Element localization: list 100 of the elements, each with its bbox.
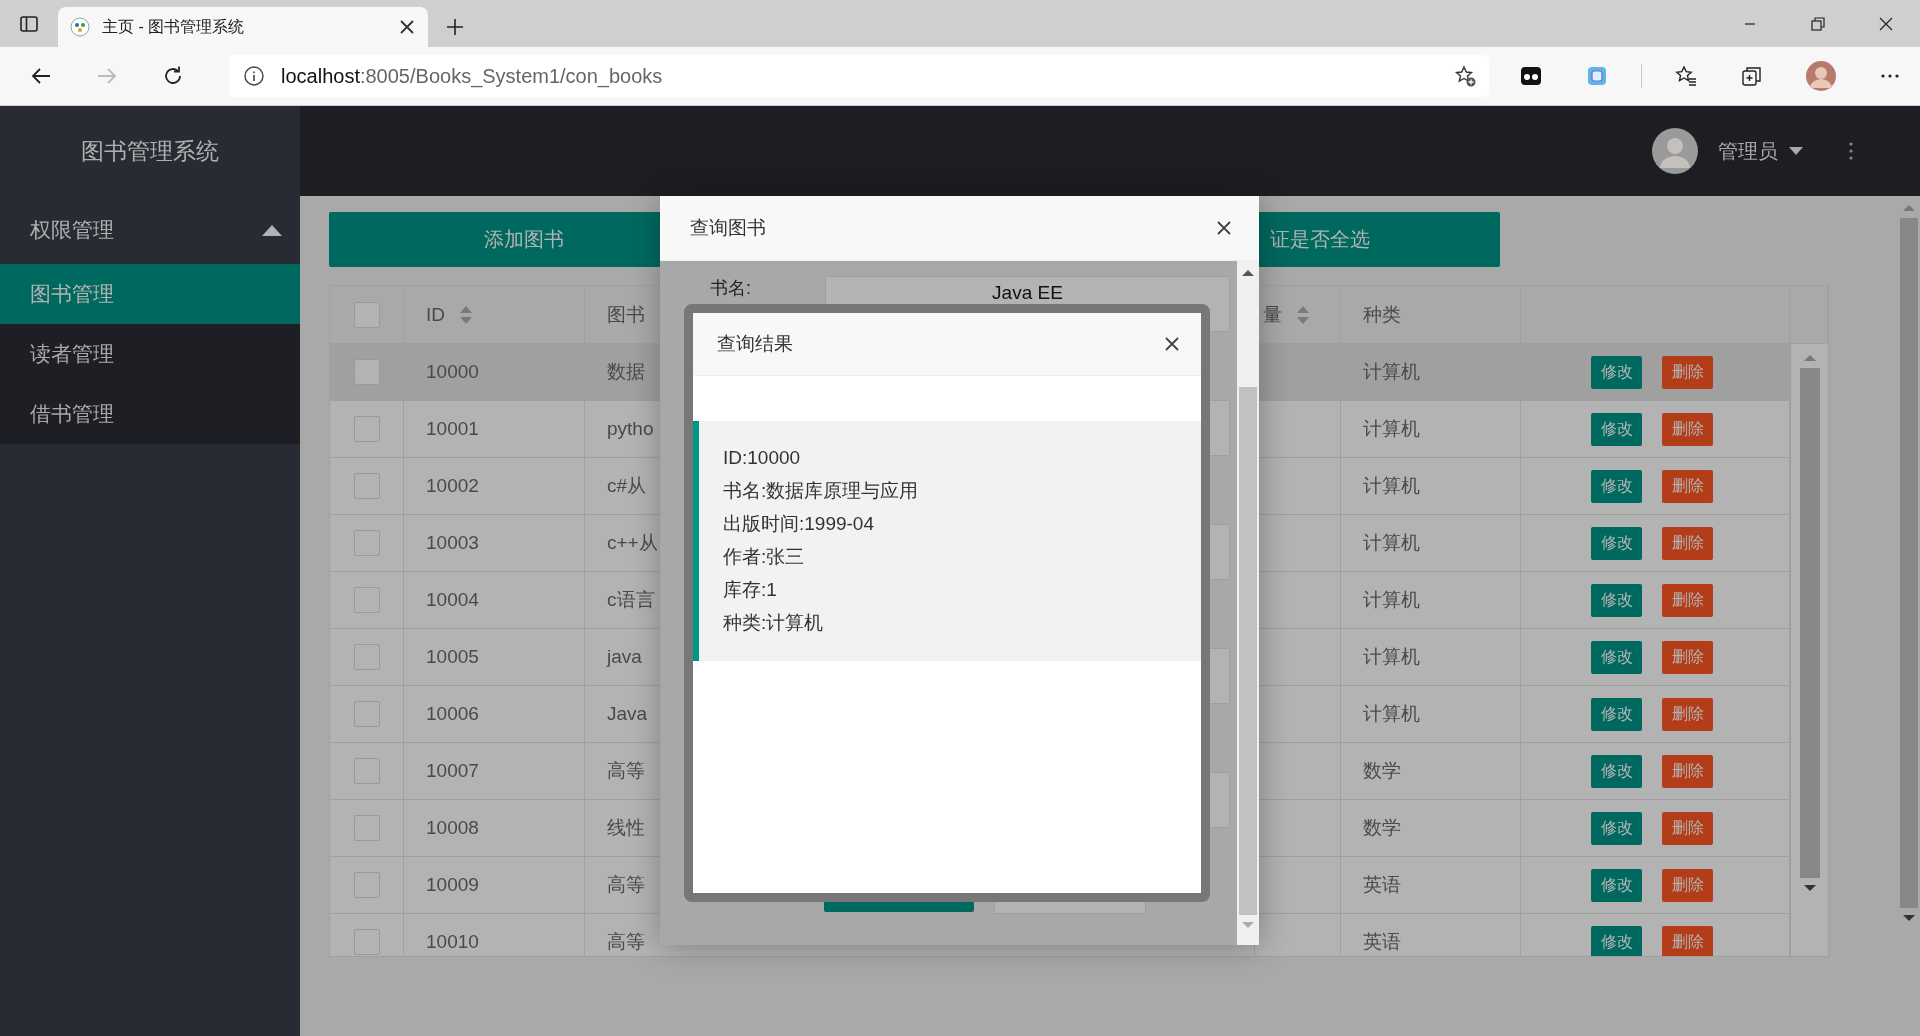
delete-button[interactable]: 删除 (1662, 697, 1713, 731)
table-cell: 10000 (426, 361, 479, 383)
menu-item[interactable]: 权限管理 (0, 196, 300, 264)
menu-item[interactable]: 图书管理 (0, 264, 300, 324)
result-text: 种类:计算机 (723, 611, 825, 635)
menu-item[interactable]: 借书管理 (0, 384, 300, 444)
caret-down-icon[interactable] (1902, 914, 1916, 922)
table-cell-text: 高等 (607, 930, 645, 954)
browser-tab[interactable]: 主页 - 图书管理系统 (58, 7, 428, 47)
edit-button[interactable]: 修改 (1591, 868, 1642, 902)
checkbox[interactable] (353, 872, 380, 898)
star-add-icon[interactable] (1453, 64, 1477, 88)
avatar-icon[interactable] (1652, 128, 1698, 174)
edit-button[interactable]: 修改 (1591, 469, 1642, 503)
delete-button[interactable]: 删除 (1662, 925, 1713, 956)
delete-button[interactable]: 删除 (1662, 640, 1713, 674)
table-cell-text: 数学 (1363, 759, 1401, 783)
checkbox[interactable] (353, 301, 380, 328)
table-cell-text: 计算机 (1363, 645, 1420, 669)
table-cell: 10010 (426, 931, 479, 953)
checkbox[interactable] (353, 587, 380, 613)
table-cell: 10002 (426, 475, 479, 497)
favorites-icon[interactable] (1674, 64, 1698, 88)
edit-button[interactable]: 修改 (1591, 925, 1642, 956)
user-menu[interactable]: 管理员 (1718, 137, 1804, 165)
checkbox[interactable] (353, 473, 380, 499)
table-cell-text: 计算机 (1363, 588, 1420, 612)
more-vertical-icon[interactable] (1848, 141, 1854, 161)
sort-icon[interactable] (459, 304, 473, 325)
logo-icon (70, 17, 90, 37)
table-cell-text: c#从 (607, 474, 647, 498)
delete-button[interactable]: 删除 (1662, 868, 1713, 902)
result-text: 作者:张三 (723, 545, 806, 569)
edit-button[interactable]: 修改 (1591, 583, 1642, 617)
checkbox[interactable] (353, 416, 380, 442)
sort-icon[interactable] (1296, 304, 1310, 325)
table-cell-text: 计算机 (1363, 360, 1420, 384)
sidebar-icon[interactable] (19, 13, 39, 34)
edit-button[interactable]: 修改 (1591, 526, 1642, 560)
table-cell: pytho (607, 418, 654, 440)
dialog-title: 查询结果 (717, 332, 793, 356)
address-field[interactable]: localhost:8005/Books_System1/con_books (229, 55, 1489, 97)
delete-button[interactable]: 删除 (1662, 811, 1713, 845)
scrollbar-thumb[interactable] (1900, 218, 1918, 908)
checkbox[interactable] (353, 815, 380, 841)
table-cell-text: 计算机 (1363, 474, 1420, 498)
checkbox[interactable] (353, 530, 380, 556)
new-tab-icon[interactable] (446, 18, 464, 36)
table-cell-text: 数据 (607, 360, 645, 384)
menu-item[interactable]: 读者管理 (0, 324, 300, 384)
caret-down-icon[interactable] (1802, 884, 1817, 892)
result-text: 书名:数据库原理与应用 (723, 479, 920, 503)
edit-button[interactable]: 修改 (1591, 355, 1642, 389)
checkbox[interactable] (353, 929, 380, 955)
table-cell: 10005 (426, 646, 479, 668)
table-cell-text: 计算机 (1363, 531, 1420, 555)
checkbox[interactable] (353, 701, 380, 727)
table-cell: 10006 (426, 703, 479, 725)
edit-button[interactable]: 修改 (1591, 640, 1642, 674)
checkbox[interactable] (353, 758, 380, 784)
checkbox[interactable] (353, 359, 380, 385)
close-icon[interactable] (398, 18, 416, 36)
caret-up-icon (260, 223, 284, 237)
table-cell-text: 高等 (607, 759, 645, 783)
checkbox[interactable] (353, 644, 380, 670)
table-cell: 10008 (426, 817, 479, 839)
info-icon[interactable] (243, 65, 265, 87)
delete-button[interactable]: 删除 (1662, 412, 1713, 446)
collections-icon[interactable] (1740, 64, 1764, 88)
table-cell: java (607, 646, 642, 668)
edit-button[interactable]: 修改 (1591, 754, 1642, 788)
table-cell: 10003 (426, 532, 479, 554)
caret-up-icon[interactable] (1241, 269, 1255, 277)
edit-button[interactable]: 修改 (1591, 697, 1642, 731)
result-text: 库存:1 (723, 578, 778, 602)
delete-button[interactable]: 删除 (1662, 583, 1713, 617)
extension-icon[interactable] (1519, 64, 1543, 88)
edit-button[interactable]: 修改 (1591, 412, 1642, 446)
scrollbar-thumb[interactable] (1799, 368, 1820, 878)
table-cell: 10009 (426, 874, 479, 896)
field-label: 书名: (710, 278, 751, 298)
url-text: localhost:8005/Books_System1/con_books (281, 64, 663, 88)
close-icon[interactable] (1215, 219, 1233, 237)
close-icon[interactable] (1163, 335, 1181, 353)
edit-button[interactable]: 修改 (1591, 811, 1642, 845)
delete-button[interactable]: 删除 (1662, 469, 1713, 503)
delete-button[interactable]: 删除 (1662, 526, 1713, 560)
column-header: ID (426, 303, 445, 326)
table-cell-text: 计算机 (1363, 417, 1420, 441)
app-title: 图书管理系统 (81, 136, 219, 166)
delete-button[interactable]: 删除 (1662, 754, 1713, 788)
result-text: ID:10000 (723, 446, 802, 470)
table-cell-text: 数学 (1363, 816, 1401, 840)
delete-button[interactable]: 删除 (1662, 355, 1713, 389)
table-cell: Java (607, 703, 648, 725)
table-cell-text: 计算机 (1363, 702, 1420, 726)
scrollbar-thumb[interactable] (1239, 387, 1257, 915)
restore-icon[interactable] (1809, 14, 1827, 33)
table-cell: 10004 (426, 589, 479, 611)
column-header: 量 (1263, 302, 1282, 327)
